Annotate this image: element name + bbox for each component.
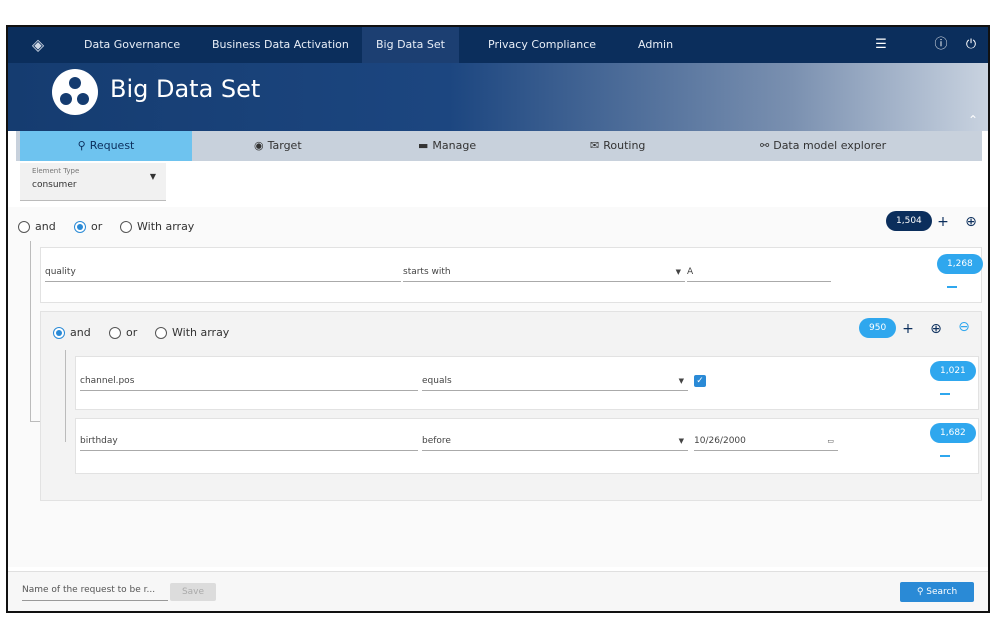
condition-row: channel.pos equals ▼ ✓ 1,021 (75, 356, 979, 410)
radio-or[interactable]: or (74, 220, 102, 233)
radio-or[interactable]: or (109, 326, 137, 339)
remove-condition-icon[interactable] (940, 455, 950, 457)
app-window: ◈ Data Governance Business Data Activati… (6, 25, 990, 613)
element-type-value: consumer (32, 180, 77, 190)
request-name-input[interactable]: Name of the request to be r... (22, 581, 168, 601)
date-input[interactable]: 10/26/2000 ▭ (694, 433, 838, 451)
radio-with-array[interactable]: With array (155, 326, 229, 339)
radio-unchecked-icon (18, 220, 30, 233)
tab-data-model-explorer[interactable]: ⚯ Data model explorer (760, 131, 886, 161)
mail-icon: ✉ (590, 139, 600, 152)
search-icon: ⚲ (916, 587, 927, 597)
tab-request[interactable]: ⚲ Request (20, 131, 192, 161)
top-navigation: ◈ Data Governance Business Data Activati… (8, 27, 988, 63)
condition-row: quality starts with ▼ A 1,268 (40, 247, 983, 303)
field-input[interactable]: quality (45, 264, 401, 282)
tiger-logo-icon[interactable]: ◈ (26, 34, 50, 56)
tab-bar: ⚲ Request ◉ Target ▬ Manage ✉ Routing ⚯ Data … (16, 131, 982, 161)
root-count-badge: 1,504 (886, 211, 932, 231)
info-icon[interactable]: ⓘ (932, 36, 950, 54)
list-menu-icon[interactable]: ☰ (872, 36, 890, 54)
plus-icon[interactable]: + (901, 322, 915, 336)
footer-bar: Name of the request to be r... Save ⚲ Se… (8, 571, 988, 611)
remove-condition-icon[interactable] (947, 286, 957, 288)
add-group-icon[interactable]: ⊕ (929, 322, 943, 336)
tab-routing[interactable]: ✉ Routing (590, 131, 645, 161)
radio-unchecked-icon (120, 220, 132, 233)
nav-privacy-compliance[interactable]: Privacy Compliance (488, 27, 596, 63)
value-input[interactable]: A (687, 264, 831, 282)
calendar-icon[interactable]: ▭ (827, 433, 834, 449)
caret-down-icon: ▼ (678, 437, 684, 445)
save-button[interactable]: Save (170, 583, 216, 601)
operator-select[interactable]: starts with ▼ (403, 264, 685, 282)
remove-group-icon[interactable]: ⊖ (957, 320, 971, 334)
radio-checked-icon (74, 220, 86, 233)
remove-condition-icon[interactable] (940, 393, 950, 395)
element-type-select[interactable]: Element Type consumer ▼ (20, 163, 166, 201)
search-icon: ⚲ (77, 139, 86, 152)
page-title: Big Data Set (110, 75, 261, 103)
page-header: Big Data Set ⌃ (8, 63, 988, 131)
tree-connector (30, 421, 40, 422)
nav-admin[interactable]: Admin (638, 27, 673, 63)
condition-row: birthday before ▼ 10/26/2000 ▭ 1,682 (75, 418, 979, 474)
radio-unchecked-icon (155, 326, 167, 339)
element-type-label: Element Type (32, 167, 80, 175)
value-checkbox[interactable]: ✓ (694, 375, 706, 387)
power-icon[interactable]: ⏻ (962, 36, 980, 54)
search-button[interactable]: ⚲ Search (900, 582, 974, 602)
radio-checked-icon (53, 326, 65, 339)
tree-connector (65, 350, 66, 442)
bubbles-icon (52, 69, 98, 115)
field-input[interactable]: birthday (80, 433, 418, 451)
tree-connector (30, 241, 31, 421)
sitemap-icon: ⚯ (760, 139, 770, 152)
caret-down-icon: ▼ (678, 377, 684, 385)
tab-manage[interactable]: ▬ Manage (418, 131, 476, 161)
field-input[interactable]: channel.pos (80, 373, 418, 391)
chevron-up-icon[interactable]: ⌃ (968, 113, 978, 127)
radio-and[interactable]: and (53, 326, 91, 339)
radio-unchecked-icon (109, 326, 121, 339)
nav-big-data-set[interactable]: Big Data Set (362, 27, 459, 63)
caret-down-icon: ▼ (149, 172, 156, 181)
operator-select[interactable]: equals ▼ (422, 373, 688, 391)
condition-count-badge: 1,021 (930, 361, 976, 381)
group-count-badge: 950 (859, 318, 897, 338)
nav-data-governance[interactable]: Data Governance (84, 27, 180, 63)
query-builder: and or With array 1,504 + ⊕ quality star… (8, 207, 988, 567)
condition-group: and or With array 950 + ⊕ ⊖ channel.pos … (40, 311, 982, 501)
radio-with-array[interactable]: With array (120, 220, 194, 233)
nav-business-data-activation[interactable]: Business Data Activation (212, 27, 349, 63)
folder-icon: ▬ (418, 139, 429, 152)
plus-icon[interactable]: + (936, 215, 950, 229)
condition-count-badge: 1,682 (930, 423, 976, 443)
caret-down-icon: ▼ (675, 268, 681, 276)
condition-count-badge: 1,268 (937, 254, 983, 274)
tab-target[interactable]: ◉ Target (254, 131, 302, 161)
target-icon: ◉ (254, 139, 264, 152)
radio-and[interactable]: and (18, 220, 56, 233)
add-group-icon[interactable]: ⊕ (964, 215, 978, 229)
operator-select[interactable]: before ▼ (422, 433, 688, 451)
